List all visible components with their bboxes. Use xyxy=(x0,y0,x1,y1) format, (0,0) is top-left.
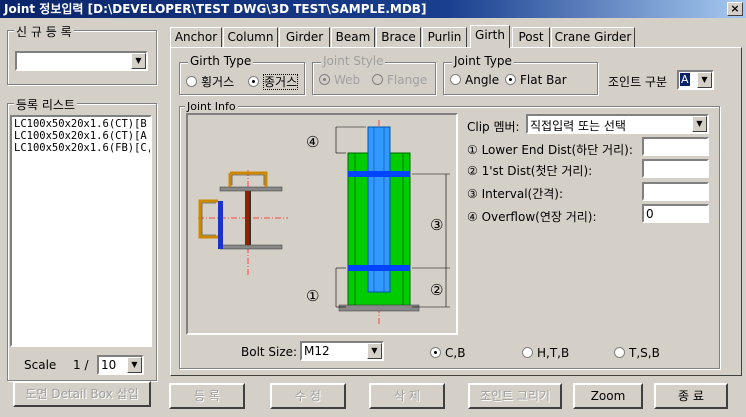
radio-dot xyxy=(186,76,197,87)
chevron-down-icon[interactable]: ▼ xyxy=(697,72,712,88)
draw-joint-button[interactable]: 조인트 그리기 xyxy=(468,383,562,409)
joint-type-label: Joint Type xyxy=(452,54,514,68)
joint-info-label: Joint Info xyxy=(185,100,238,113)
window-title: Joint 정보입력 [D:\DEVELOPER\TEST DWG\3D TES… xyxy=(4,2,427,16)
radio-dot xyxy=(522,347,533,358)
bolt-size-label: Bolt Size: xyxy=(241,345,298,359)
tab-column[interactable]: Column xyxy=(223,27,278,47)
scale-prefix: 1 / xyxy=(73,358,89,372)
joint-diagram: ④ ③ ② ① xyxy=(198,120,450,325)
radio-label: Flange xyxy=(387,73,428,87)
first-dist-input[interactable] xyxy=(642,159,709,178)
tab-beam[interactable]: Beam xyxy=(331,27,375,47)
bolt-size-select[interactable]: M12 ▼ xyxy=(300,341,384,361)
title-bar: Joint 정보입력 [D:\DEVELOPER\TEST DWG\3D TES… xyxy=(0,0,746,18)
tab-anchor[interactable]: Anchor xyxy=(170,27,222,47)
list-item[interactable]: LC100x50x20x1.6(FB)[C, xyxy=(14,142,150,154)
new-register-select[interactable]: ▼ xyxy=(15,51,148,71)
overflow-value: 0 xyxy=(646,207,654,221)
overflow-label: ④ Overflow(연장 거리): xyxy=(467,210,597,224)
radio-dot xyxy=(505,74,516,85)
joint-drawing-canvas: ④ ③ ② ① xyxy=(186,113,458,335)
clip-member-label: Clip 멤버: xyxy=(467,120,520,134)
chevron-down-icon[interactable]: ▼ xyxy=(692,116,707,132)
detail-box-button[interactable]: 도면 Detail Box 삽입 xyxy=(13,381,151,407)
radio-label: Angle xyxy=(465,73,500,87)
tab-brace[interactable]: Brace xyxy=(376,27,421,47)
tab-crane-girder[interactable]: Crane Girder xyxy=(551,27,635,47)
tab-post[interactable]: Post xyxy=(512,27,550,47)
radio-dot xyxy=(372,74,383,85)
elevation-view: ④ ③ ② ① xyxy=(306,120,450,325)
joint-type-flatbar-radio[interactable]: Flat Bar xyxy=(505,73,567,87)
interval-input[interactable] xyxy=(642,182,709,201)
clip-member-select[interactable]: 직접입력 또는 선택 ▼ xyxy=(526,114,709,134)
radio-label: Flat Bar xyxy=(520,73,567,87)
bolt-size-value: M12 xyxy=(304,344,330,358)
tab-girder[interactable]: Girder xyxy=(279,27,330,47)
mark-first-dist: ② xyxy=(430,281,443,299)
zoom-button[interactable]: Zoom xyxy=(573,383,643,409)
scale-select[interactable]: 10 ▼ xyxy=(97,355,144,375)
exit-button[interactable]: 종 료 xyxy=(654,383,728,409)
section-view xyxy=(198,170,288,275)
register-list-label: 등록 리스트 xyxy=(14,96,78,113)
radio-dot xyxy=(614,347,625,358)
radio-dot xyxy=(319,74,330,85)
chevron-down-icon[interactable]: ▼ xyxy=(131,53,146,69)
radio-label: Web xyxy=(334,73,361,87)
scale-label: Scale xyxy=(24,358,57,372)
joint-style-web-radio[interactable]: Web xyxy=(319,73,360,87)
radio-label: 횡거스 xyxy=(201,75,235,89)
girth-horizontal-radio[interactable]: 횡거스 xyxy=(186,73,234,90)
joint-type-angle-radio[interactable]: Angle xyxy=(450,73,499,87)
tab-girth[interactable]: Girth xyxy=(470,25,510,48)
chevron-down-icon[interactable]: ▼ xyxy=(127,357,142,373)
girth-vertical-radio[interactable]: 종거스 xyxy=(248,73,299,90)
joint-style-flange-radio[interactable]: Flange xyxy=(372,73,427,87)
radio-label: C,B xyxy=(445,346,466,360)
mark-interval: ③ xyxy=(430,216,443,234)
bolt-tsb-radio[interactable]: T,S,B xyxy=(614,346,660,360)
radio-label: T,S,B xyxy=(629,346,660,360)
clip-member-value: 직접입력 또는 선택 xyxy=(530,119,626,133)
delete-button[interactable]: 삭 제 xyxy=(369,383,445,409)
bolt-cb-radio[interactable]: C,B xyxy=(430,346,465,360)
joint-gubun-select[interactable]: A ▼ xyxy=(677,70,714,90)
chevron-down-icon[interactable]: ▼ xyxy=(367,343,382,359)
register-button[interactable]: 등 록 xyxy=(169,383,245,409)
modify-button[interactable]: 수 정 xyxy=(270,383,346,409)
first-dist-label: ② 1'st Dist(첫단 거리): xyxy=(467,164,593,178)
radio-label: 종거스 xyxy=(263,74,299,90)
scale-value: 10 xyxy=(101,358,117,372)
new-register-label: 신 규 등 록 xyxy=(14,23,74,40)
mark-overflow: ④ xyxy=(306,133,319,151)
interval-label: ③ Interval(간격): xyxy=(467,187,564,201)
girth-type-label: Girth Type xyxy=(188,54,254,68)
register-listbox[interactable]: LC100x50x20x1.6(CT)[B LC100x50x20x1.6(CT… xyxy=(10,115,152,347)
close-button[interactable]: × xyxy=(727,2,743,16)
joint-style-label: Joint Style xyxy=(321,54,386,68)
lower-end-dist-input[interactable] xyxy=(642,137,709,156)
list-item[interactable]: LC100x50x20x1.6(CT)[A xyxy=(14,130,148,142)
joint-gubun-label: 조인트 구분 xyxy=(608,75,668,89)
radio-label: H,T,B xyxy=(537,346,570,360)
radio-dot xyxy=(430,347,441,358)
radio-dot xyxy=(248,76,259,87)
overflow-input[interactable]: 0 xyxy=(642,204,709,223)
list-item[interactable]: LC100x50x20x1.6(CT)[B xyxy=(14,118,148,130)
mark-lower-end: ① xyxy=(306,287,319,305)
bolt-htb-radio[interactable]: H,T,B xyxy=(522,346,569,360)
lower-end-dist-label: ① Lower End Dist(하단 거리): xyxy=(467,143,633,157)
tab-purlin[interactable]: Purlin xyxy=(422,27,467,47)
joint-gubun-value: A xyxy=(680,73,690,86)
radio-dot xyxy=(450,74,461,85)
